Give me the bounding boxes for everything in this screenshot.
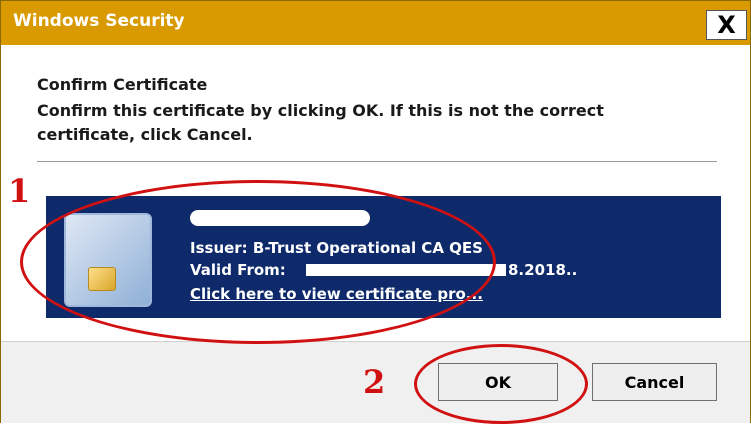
window-title: Windows Security <box>13 11 185 31</box>
annotation-number-2: 2 <box>363 363 386 401</box>
annotation-ellipse-ok <box>414 344 588 424</box>
annotation-number-1: 1 <box>8 172 31 210</box>
cancel-button[interactable]: Cancel <box>592 363 717 401</box>
title-bar[interactable]: Windows Security X <box>1 1 750 45</box>
close-button[interactable]: X <box>706 10 747 40</box>
divider <box>37 161 717 162</box>
annotation-ellipse-certificate <box>20 180 496 344</box>
close-icon: X <box>717 11 736 39</box>
dialog-message: Confirm this certificate by clicking OK.… <box>37 101 604 144</box>
certificate-valid-from-value: 8.2018.. <box>508 261 578 279</box>
dialog-heading: Confirm Certificate <box>37 75 208 94</box>
